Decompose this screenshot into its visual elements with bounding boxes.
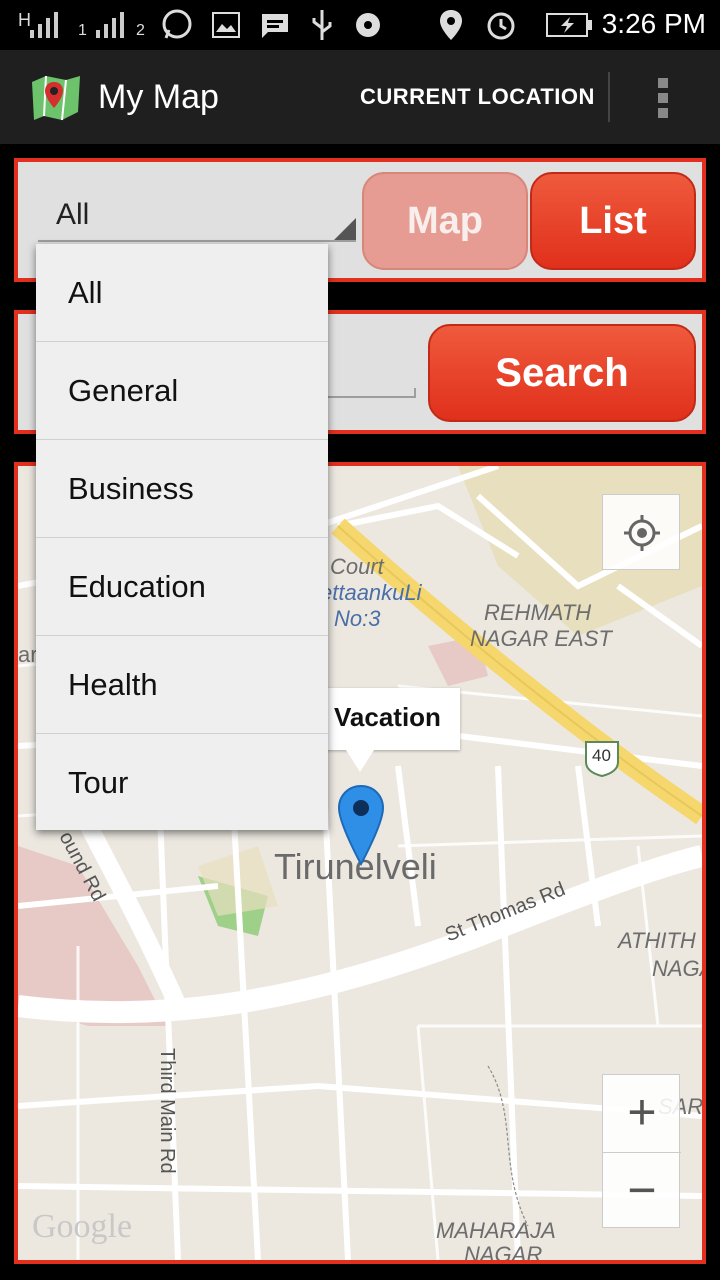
dropdown-item-business[interactable]: Business [36,440,328,538]
map-label-nagar: NAGAR [464,1242,543,1264]
message-icon [262,14,288,38]
clock: 3:26 PM [601,8,706,39]
appbar-divider [608,72,610,122]
map-label-naga: NAGA [652,956,702,981]
dropdown-item-general[interactable]: General [36,342,328,440]
map-label-maharaja: MAHARAJA [436,1218,556,1243]
road-label-third-main: Third Main Rd [156,1048,178,1174]
map-label-nagar-east: NAGAR EAST [470,626,612,651]
zoom-out-button[interactable]: − [603,1152,681,1229]
signal-icon [30,12,58,38]
overflow-menu-icon[interactable] [650,78,676,118]
my-location-button[interactable] [602,494,680,570]
image-icon [212,12,240,38]
map-marker-icon[interactable] [336,784,386,866]
map-label-ar: ar [18,642,38,667]
usb-icon [312,10,332,40]
zoom-controls: + − [602,1074,681,1229]
dropdown-item-education[interactable]: Education [36,538,328,636]
marker-info-window[interactable]: Vacation [324,688,460,772]
search-button[interactable]: Search [428,324,696,422]
dropdown-item-health[interactable]: Health [36,636,328,734]
highway-shield-label: 40 [592,746,611,765]
sim1-label: 1 [78,22,87,39]
zoom-in-button[interactable]: + [603,1075,681,1152]
dropdown-item-tour[interactable]: Tour [36,734,328,832]
app-bar: My Map CURRENT LOCATION [0,50,720,144]
info-window-title: Vacation [334,702,441,732]
signal2-icon [96,12,124,38]
dropdown-item-all[interactable]: All [36,244,328,342]
current-location-button[interactable]: CURRENT LOCATION [360,84,595,110]
map-label-court: Court [330,554,384,579]
sync-icon [356,13,380,37]
map-button[interactable]: Map [362,172,528,270]
google-logo: Google [32,1208,133,1245]
app-logo-icon [32,75,80,121]
map-label-athith: ATHITH [618,928,696,953]
location-icon [440,10,462,40]
app-title: My Map [98,78,219,116]
crosshair-icon [624,515,660,551]
map-label-no3: No:3 [334,606,381,631]
map-label-pettaankuli: ettaankuLi [320,580,422,605]
category-spinner[interactable]: All [38,188,356,242]
spinner-arrow-icon [334,218,356,240]
map-label-rehmath: REHMATH [484,600,592,625]
list-button[interactable]: List [530,172,696,270]
spinner-selected-value: All [56,198,90,231]
sim2-label: 2 [136,22,145,39]
alarm-icon [487,12,515,40]
battery-icon [546,13,592,37]
status-bar: H 1 2 3:26 PM [0,0,720,50]
whatsapp-icon [162,9,192,39]
category-dropdown: All General Business Education Health To… [36,244,328,830]
